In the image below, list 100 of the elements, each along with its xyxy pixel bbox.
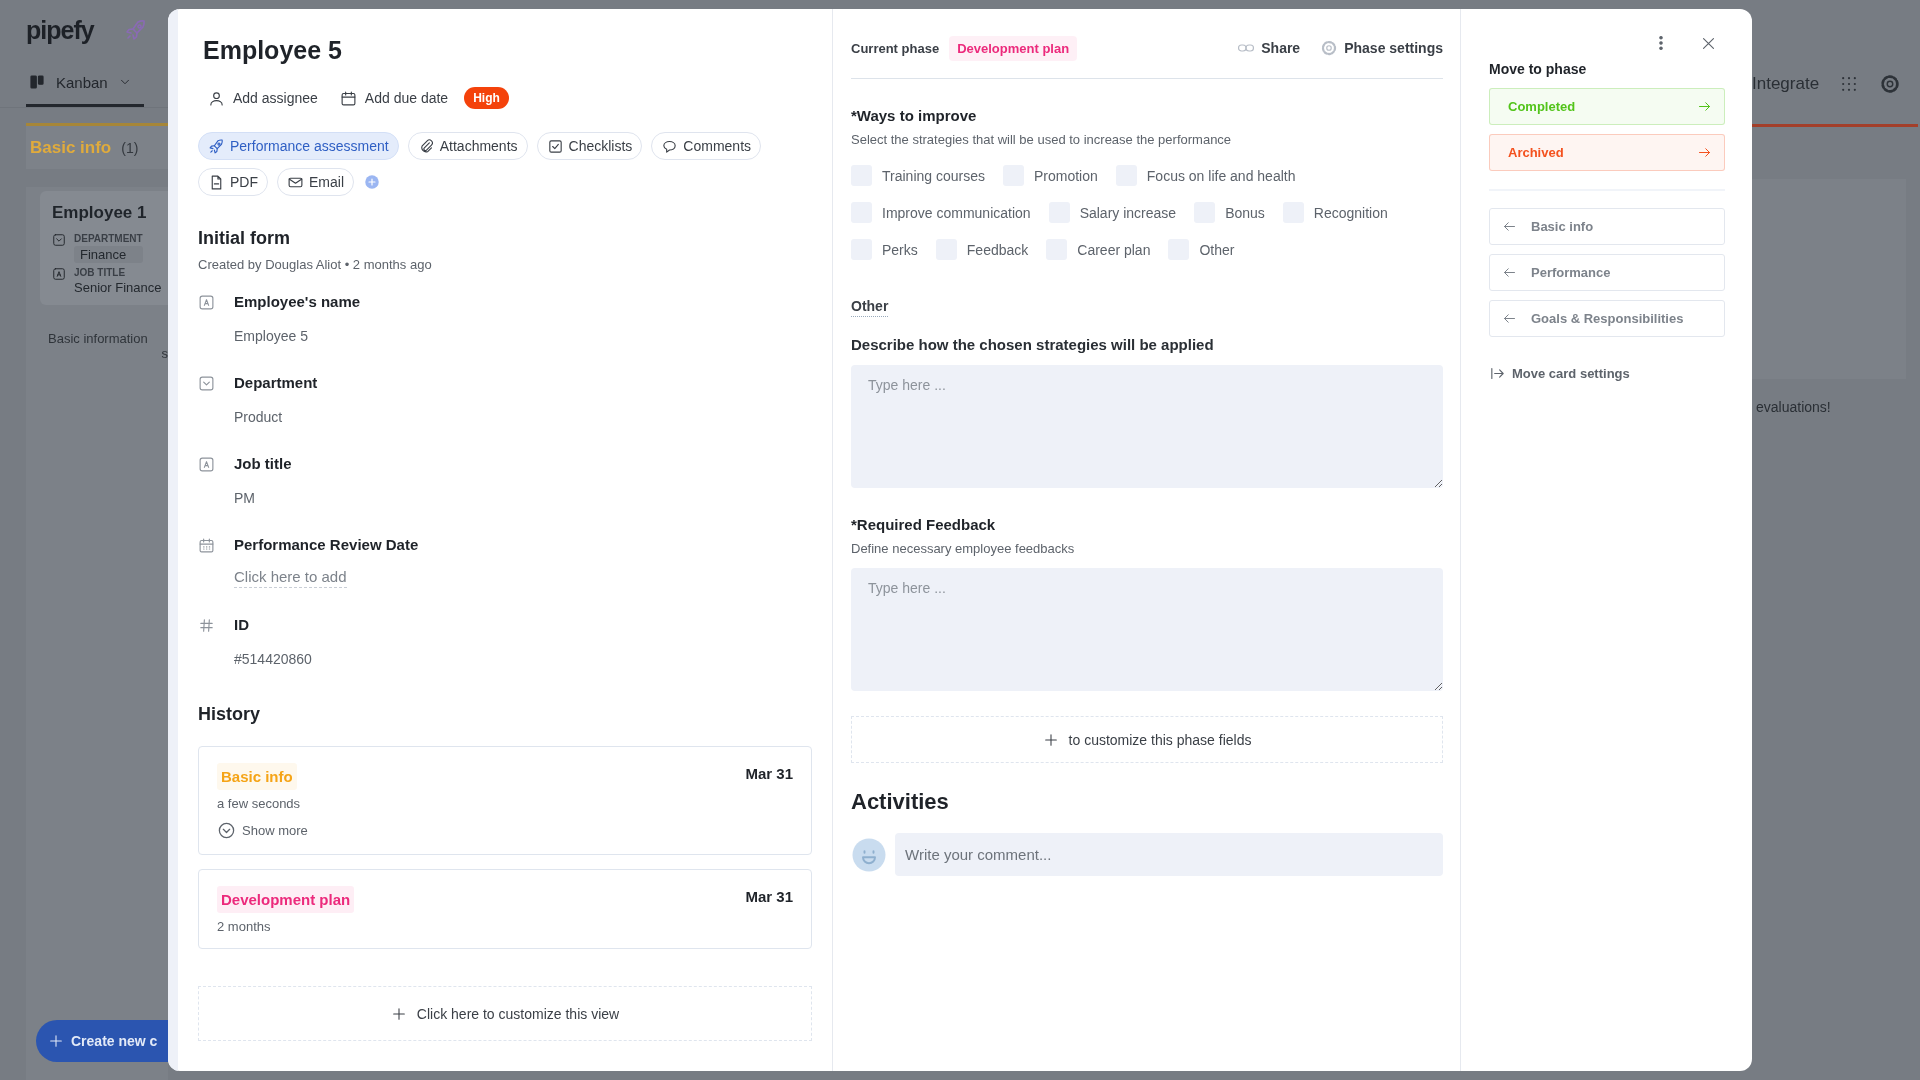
duration-text: 2 months <box>217 919 272 934</box>
move-settings-button[interactable]: Move card settings <box>1489 365 1630 382</box>
tab[interactable]: PDF <box>198 168 268 196</box>
created-by-text: Created by Douglas Aliot • 2 months ago <box>198 256 433 274</box>
tab[interactable]: Performance assessment <box>198 132 399 160</box>
dropdown-field-icon <box>198 375 215 392</box>
column-title: Basic info <box>30 137 112 158</box>
assignee-button[interactable]: Add assignee <box>208 89 318 107</box>
calendar-icon <box>198 537 215 554</box>
field-description: Define necessary employee feedbacks <box>851 540 1076 558</box>
field-value: Finance <box>74 246 143 263</box>
duration-text: a few seconds <box>217 796 302 811</box>
field-label: ID <box>234 615 250 635</box>
integrate-button[interactable]: Integrate <box>1752 74 1820 94</box>
dropdown-field-icon <box>52 233 66 247</box>
section-title: Initial form <box>198 227 291 250</box>
text-field-icon <box>52 267 66 281</box>
field-label: JOB TITLE <box>74 267 127 278</box>
arrow-left-icon <box>1502 219 1517 234</box>
priority-badge: High <box>464 87 509 109</box>
customize-view-button[interactable]: Click here to customize this view <box>198 986 812 1041</box>
phase-settings-button[interactable]: Phase settings <box>1320 39 1443 57</box>
field-label: Job title <box>234 454 293 474</box>
chevron-down-icon <box>217 821 236 840</box>
text-area[interactable]: Type here ... <box>851 365 1443 488</box>
option-label: Perks <box>882 241 918 258</box>
history-date: Mar 31 <box>745 888 793 905</box>
arrow-left-icon <box>1502 265 1517 280</box>
field-value: Senior Finance <box>74 280 162 295</box>
option-label: Training courses <box>882 167 985 184</box>
person-icon <box>208 89 225 107</box>
option-label: Recognition <box>1313 204 1388 221</box>
move-phase-button[interactable]: Goals & Responsibilities <box>1489 300 1725 337</box>
field-label: Employee's name <box>234 292 362 312</box>
calendar-icon <box>339 89 357 107</box>
column-count: (1) <box>121 139 139 156</box>
tab[interactable]: Attachments <box>407 132 528 160</box>
move-phase-button[interactable]: Archived <box>1489 134 1725 171</box>
tab[interactable]: Email <box>277 168 354 196</box>
option-label: Feedback <box>966 241 1029 258</box>
field-label: DEPARTMENT <box>74 233 143 244</box>
field-value: #514420860 <box>234 650 313 669</box>
move-icon <box>1489 365 1506 382</box>
card-background[interactable]: Employee 1 DEPARTMENT Finance JOB TITLE Senior Finance <box>40 191 168 305</box>
rocket-icon <box>208 137 225 155</box>
plus-icon <box>390 1005 407 1022</box>
view-tab[interactable]: Kanban <box>26 60 144 107</box>
section-title: History <box>198 703 261 726</box>
column-note: evaluations! <box>1755 399 1832 415</box>
field-title: *Required Feedback <box>851 515 997 535</box>
rocket-icon[interactable] <box>123 18 148 42</box>
field-label: Department <box>234 373 319 393</box>
phase-badge: Development plan <box>949 35 1078 61</box>
option-label: Focus on life and health <box>1146 167 1296 184</box>
add-value-link[interactable]: Click here to add <box>234 567 347 588</box>
tab[interactable]: Comments <box>651 132 762 160</box>
tab[interactable]: Checklists <box>536 132 643 160</box>
phase-tag: Development plan <box>217 886 355 913</box>
field-value: Employee 5 <box>234 327 309 346</box>
card-title: Employee 1 <box>52 203 148 223</box>
column-note: s <box>160 346 168 361</box>
field-value: Product <box>234 408 284 427</box>
move-phase-button[interactable]: Basic info <box>1489 208 1725 245</box>
field-title: Describe how the chosen strategies will be applied <box>851 335 1215 355</box>
field-title: *Ways to improve <box>851 106 978 126</box>
current-phase-label: Current phase <box>851 40 940 56</box>
customize-fields-button[interactable]: to customize this phase fields <box>851 716 1443 763</box>
move-phase-button[interactable]: Performance <box>1489 254 1725 291</box>
logo[interactable]: pipefy <box>26 15 94 45</box>
add-icon[interactable] <box>363 173 381 191</box>
plus-icon <box>1042 731 1059 748</box>
option-label: Improve communication <box>882 204 1031 221</box>
panel-title: Move to phase <box>1489 60 1588 79</box>
field-value: PM <box>234 489 256 508</box>
board-icon <box>28 73 46 91</box>
option-label: Other <box>1199 241 1235 258</box>
text-field-icon <box>198 294 215 311</box>
text-area[interactable]: Type here ... <box>851 568 1443 691</box>
arrow-right-icon <box>1697 145 1712 160</box>
field-title: Other <box>851 296 889 317</box>
share-button[interactable]: Share <box>1237 39 1301 57</box>
arrow-right-icon <box>1697 99 1712 114</box>
text-field-icon <box>198 456 215 473</box>
smiley-avatar-icon <box>851 836 887 873</box>
option-label: Bonus <box>1225 204 1265 221</box>
field-description: Select the strategies that will be used to increase the performance <box>851 131 1233 149</box>
option-label: Career plan <box>1077 241 1151 258</box>
checkbox-icon <box>546 137 564 155</box>
plus-icon <box>48 1033 64 1049</box>
history-date: Mar 31 <box>745 765 793 782</box>
comment-input[interactable]: Write your comment... <box>895 833 1443 876</box>
show-more-button[interactable]: Show more <box>217 821 308 840</box>
due-date-button[interactable]: Add due date <box>339 89 449 107</box>
section-title: Activities <box>851 788 950 816</box>
card-title: Employee 5 <box>203 35 343 65</box>
option-label: Salary increase <box>1079 204 1177 221</box>
field-label: Performance Review Date <box>234 535 420 555</box>
hash-icon <box>198 617 215 634</box>
phase-tag: Basic info <box>217 763 297 790</box>
arrow-left-icon <box>1502 311 1517 326</box>
